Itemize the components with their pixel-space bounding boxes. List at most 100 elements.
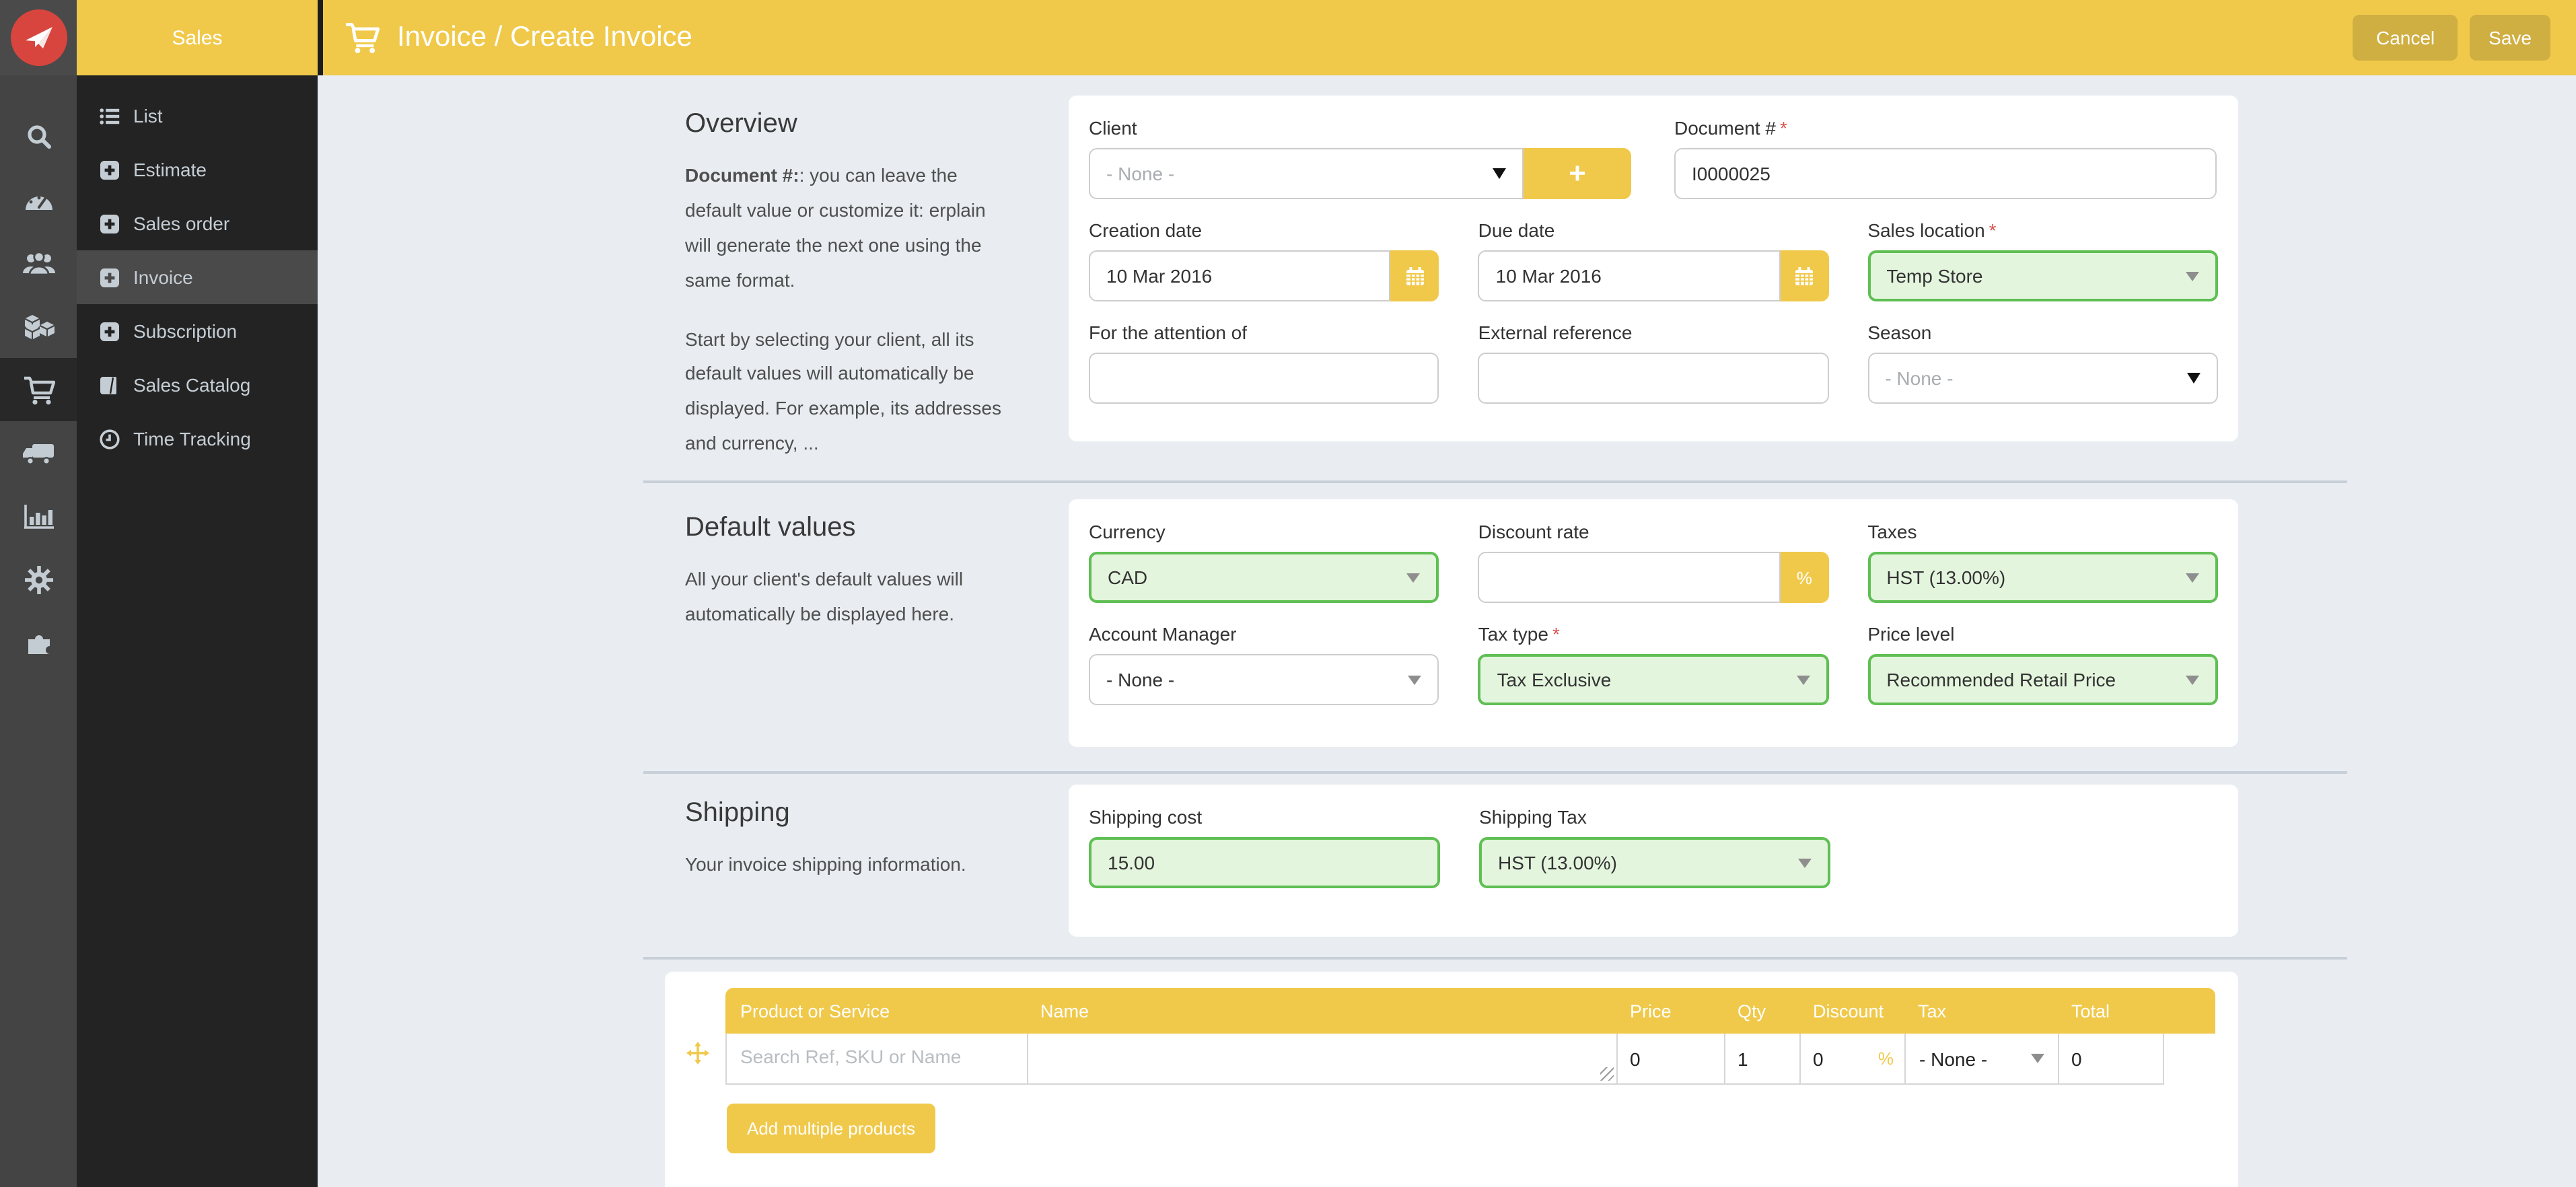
purchases-truck-icon [22,441,55,465]
sales-location-select[interactable]: Temp Store [1867,250,2218,301]
resize-grip-icon[interactable] [1600,1067,1614,1081]
document-number-input[interactable] [1674,148,2217,199]
qty-input[interactable]: 1 [1725,1048,1748,1069]
attention-label: For the attention of [1089,322,1439,343]
client-label: Client [1089,117,1631,139]
line-item-row: 0 1 0 % - None - 0 [725,1034,2164,1085]
taxes-label: Taxes [1867,521,2218,542]
currency-select[interactable]: CAD [1089,552,1439,603]
row-tax-select[interactable]: - None - [1906,1048,2058,1069]
external-reference-input[interactable] [1478,353,1829,404]
shipping-cost-label: Shipping cost [1089,806,1440,828]
sidebar-item-label: Invoice [133,266,193,288]
save-button[interactable]: Save [2470,15,2550,61]
icon-rail [0,0,77,1187]
tax-type-select[interactable]: Tax Exclusive [1478,654,1829,705]
column-total: Total [2059,1001,2164,1021]
sidebar-item-label: Subscription [133,320,237,342]
discount-input[interactable]: 0 [1801,1048,1824,1069]
main-content: Overview Document #:: you can leave the … [318,75,2576,1187]
rail-dashboard[interactable] [0,168,77,231]
chevron-down-icon [1407,573,1421,582]
rail-search[interactable] [0,105,77,168]
sidebar-item-sales-order[interactable]: Sales order [77,196,318,250]
sidebar-item-list[interactable]: List [77,89,318,143]
sidebar-item-label: List [133,105,163,127]
rail-contacts[interactable] [0,231,77,295]
shipping-tax-select[interactable]: HST (13.00%) [1479,837,1830,888]
list-icon [98,107,120,124]
line-items-card: Product or Service Name Price Qty Discou… [665,972,2238,1187]
column-name: Name [1028,1001,1618,1021]
overview-paragraph-1: Document #:: you can leave the default v… [685,159,1015,298]
shipping-card: Shipping cost Shipping Tax HST (13.00%) [1069,785,2238,937]
currency-label: Currency [1089,521,1439,542]
section-divider [643,957,2347,960]
sidebar-item-invoice[interactable]: Invoice [77,250,318,304]
add-client-button[interactable]: + [1524,148,1631,199]
sidebar-item-subscription[interactable]: Subscription [77,304,318,358]
paper-plane-logo-icon [10,9,67,66]
sidebar-item-label: Sales Catalog [133,374,250,396]
rail-sales[interactable] [0,358,77,421]
chevron-down-icon [2186,675,2199,684]
rail-purchases[interactable] [0,421,77,484]
attention-input[interactable] [1089,353,1439,404]
document-number-label: Document #* [1674,117,2217,139]
clock-icon [98,429,120,449]
total-cell: 0 [2059,1034,2164,1085]
shipping-tax-label: Shipping Tax [1479,806,1830,828]
rail-settings[interactable] [0,548,77,611]
section-divider [643,771,2347,774]
add-multiple-products-button[interactable]: Add multiple products [727,1104,935,1153]
chevron-down-icon [1493,168,1506,179]
chevron-down-icon [1796,675,1810,684]
chevron-down-icon [2186,271,2199,281]
chevron-down-icon [2187,373,2201,384]
taxes-select[interactable]: HST (13.00%) [1867,552,2218,603]
chevron-down-icon [1798,858,1812,867]
season-select[interactable]: - None - [1867,353,2218,404]
plus-square-icon [98,213,120,233]
price-level-label: Price level [1867,623,2218,645]
overview-heading: Overview [685,109,1015,140]
rail-products[interactable] [0,295,77,358]
rail-reports[interactable] [0,484,77,548]
app-logo[interactable] [0,0,77,75]
shipping-cost-input[interactable] [1089,837,1440,888]
creation-date-input[interactable] [1089,250,1391,301]
dashboard-gauge-icon [22,189,55,211]
sidebar-item-label: Sales order [133,213,229,234]
product-search-cell [725,1034,1028,1085]
sidebar-item-time-tracking[interactable]: Time Tracking [77,412,318,466]
sidebar-item-estimate[interactable]: Estimate [77,143,318,196]
book-icon [98,375,120,395]
default-values-card: Currency CAD Discount rate % [1069,499,2238,747]
product-search-input[interactable] [727,1034,1027,1083]
due-date-input[interactable] [1478,250,1781,301]
price-input[interactable]: 0 [1618,1048,1641,1069]
discount-rate-input[interactable] [1478,552,1781,603]
client-select[interactable]: - None - [1089,148,1524,199]
discount-cell: 0 % [1801,1034,1906,1085]
sidebar-module-title: Sales [77,0,318,75]
contacts-icon [21,251,56,275]
tax-cell: - None - [1906,1034,2059,1085]
calendar-icon[interactable] [1391,250,1439,301]
overview-card: Client - None - + Document #* [1069,96,2238,441]
rail-integrations[interactable] [0,611,77,674]
product-name-input[interactable] [1028,1034,1616,1083]
shipping-heading: Shipping [685,798,1015,829]
column-qty: Qty [1725,1001,1801,1021]
app: Sales List Estimate Sales order Invoice … [0,0,2576,1187]
settings-gear-icon [24,565,53,594]
row-drag-handle[interactable] [686,1042,709,1071]
shipping-paragraph: Your invoice shipping information. [685,848,1015,883]
price-level-select[interactable]: Recommended Retail Price [1867,654,2218,705]
discount-percent-label: % [1878,1048,1894,1069]
cancel-button[interactable]: Cancel [2353,15,2458,61]
plus-square-icon [98,321,120,341]
sidebar-item-sales-catalog[interactable]: Sales Catalog [77,358,318,412]
calendar-icon[interactable] [1780,250,1828,301]
account-manager-select[interactable]: - None - [1089,654,1439,705]
